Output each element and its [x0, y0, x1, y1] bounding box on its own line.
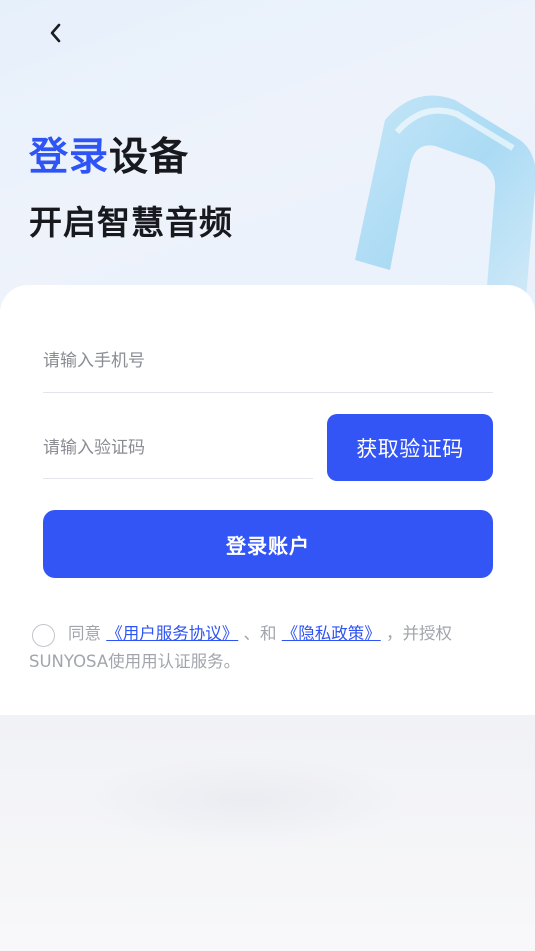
login-screen: 登录设备 开启智慧音频 获取验证码 登录账户 同意 《用户服务协议》 、和 《隐… [0, 0, 535, 951]
agreement-prefix: 同意 [68, 624, 101, 643]
phone-input[interactable] [43, 330, 493, 392]
chevron-left-icon [50, 23, 61, 43]
login-button[interactable]: 登录账户 [43, 510, 493, 578]
privacy-policy-link[interactable]: 《隐私政策》 [282, 624, 381, 643]
verification-code-input[interactable] [43, 418, 313, 478]
back-button[interactable] [40, 18, 70, 48]
agreement-separator: 、和 [243, 624, 277, 643]
user-agreement-link[interactable]: 《用户服务协议》 [106, 624, 238, 643]
bottom-glow [80, 755, 410, 845]
page-title-accent: 登录 [29, 135, 110, 180]
agreement-text: 同意 《用户服务协议》 、和 《隐私政策》 ，并授权SUNYOSA使用用认证服务… [29, 620, 499, 676]
page-subtitle: 开启智慧音频 [29, 203, 233, 242]
phone-field [43, 330, 493, 393]
get-code-button[interactable]: 获取验证码 [327, 414, 493, 481]
bottom-background [0, 715, 535, 951]
code-field [43, 418, 313, 479]
page-title: 登录设备 [29, 126, 189, 182]
music-note-decoration [355, 95, 535, 310]
page-title-rest: 设备 [109, 135, 190, 180]
